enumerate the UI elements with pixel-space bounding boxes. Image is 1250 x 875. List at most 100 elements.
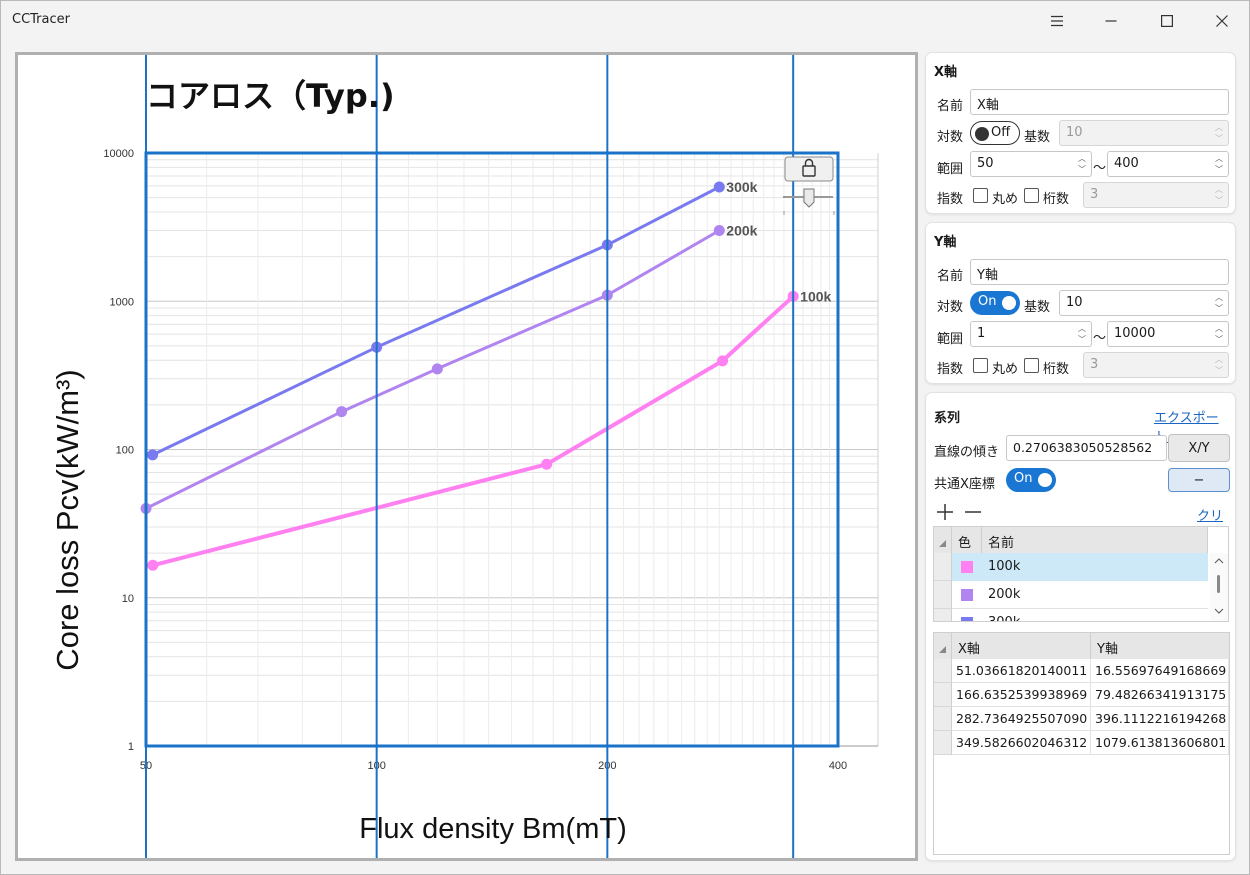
add-series-button[interactable] (936, 503, 956, 521)
series-name: 300k (988, 615, 1020, 621)
y-log-label: 対数 (937, 300, 964, 315)
y-tick-label: 1 (128, 741, 134, 753)
spin-arrows-icon[interactable]: ︿ ﹀ (1213, 293, 1225, 313)
y-tick-label: 10 (122, 593, 134, 605)
y-range-max-input[interactable]: 10000 ︿ ﹀ (1107, 321, 1229, 347)
range-separator: 〜 (1093, 161, 1107, 176)
curve-label: 300k (726, 179, 757, 195)
toggle-text: On (978, 294, 997, 309)
x-name-input[interactable]: X軸 (970, 89, 1229, 115)
spin-arrows-icon[interactable]: ︿ ﹀ (1213, 123, 1225, 143)
remove-point-button[interactable]: − (1168, 468, 1230, 492)
series-row-200k[interactable]: 200k (952, 581, 1208, 609)
x-digits-input[interactable]: 3 ︿ ﹀ (1083, 182, 1229, 208)
scroll-thumb[interactable] (1217, 575, 1220, 593)
data-point (336, 406, 348, 418)
series-row-100k[interactable]: 100k (952, 553, 1208, 581)
x-axis-header: X軸 (934, 65, 958, 80)
point-x-cell[interactable]: 349.5826602046312 (952, 731, 1091, 755)
spin-arrows-icon[interactable]: ︿ ﹀ (1213, 154, 1225, 174)
y-axis-label: Core loss Pcv(kW/m³) (50, 369, 85, 670)
x-base-value: 10 (1066, 125, 1083, 140)
slope-field[interactable]: 0.2706383050528562 (1006, 435, 1167, 461)
series-row-300k[interactable]: 300k (952, 609, 1208, 621)
x-round-checkbox[interactable] (1024, 188, 1039, 203)
window-title: CCTracer (12, 12, 70, 27)
y-round-label: 丸め (992, 362, 1019, 377)
series-panel: 系列 エクスポート... 直線の傾き 0.2706383050528562 X/… (925, 392, 1236, 861)
points-table: X軸 Y軸 51.03661820140011 16.5569764916866… (933, 632, 1230, 855)
scroll-up-icon[interactable] (1214, 557, 1224, 565)
name-column-header[interactable]: 名前 (982, 527, 1208, 553)
series-color-swatch[interactable] (961, 617, 973, 621)
scroll-down-icon[interactable] (1214, 607, 1224, 615)
common-x-toggle[interactable]: On (1006, 468, 1056, 492)
spin-arrows-icon[interactable]: ︿ ﹀ (1213, 185, 1225, 205)
data-point (147, 559, 159, 571)
x-base-input[interactable]: 10 ︿ ﹀ (1059, 120, 1229, 146)
spin-arrows-icon[interactable]: ︿ ﹀ (1076, 324, 1088, 344)
spin-arrows-icon[interactable]: ︿ ﹀ (1213, 355, 1225, 375)
row-header[interactable] (934, 683, 952, 707)
row-header[interactable] (934, 609, 952, 621)
close-button[interactable] (1194, 1, 1250, 41)
series-color-swatch[interactable] (961, 589, 973, 601)
y-name-label: 名前 (937, 269, 964, 284)
y-range-min-value: 1 (977, 326, 986, 341)
point-x-cell[interactable]: 282.7364925507090 (952, 707, 1091, 731)
row-header[interactable] (934, 581, 952, 609)
x-round-label: 丸め (992, 192, 1019, 207)
menu-button[interactable] (1029, 1, 1085, 41)
app-window: CCTracer 50100200400100001000100101 100k… (0, 0, 1250, 875)
slope-label: 直線の傾き (934, 445, 1000, 460)
spin-arrows-icon[interactable]: ︿ ﹀ (1076, 154, 1088, 174)
row-header[interactable] (934, 553, 952, 581)
y-base-label: 基数 (1024, 300, 1051, 315)
y-exp-checkbox[interactable] (973, 358, 988, 373)
point-y-cell[interactable]: 16.55697649168669 (1091, 659, 1229, 683)
y-base-value: 10 (1066, 295, 1083, 310)
maximize-icon (1161, 15, 1173, 27)
minus-icon (965, 511, 981, 513)
trace-canvas[interactable]: 50100200400100001000100101 100k200k300k … (15, 52, 918, 861)
color-column-header[interactable]: 色 (952, 527, 982, 553)
sort-corner-icon (939, 646, 946, 653)
toggle-text: On (1014, 471, 1033, 486)
y-range-min-input[interactable]: 1 ︿ ﹀ (970, 321, 1092, 347)
y-base-input[interactable]: 10 ︿ ﹀ (1059, 290, 1229, 316)
series-line-100k (152, 294, 795, 568)
series-color-swatch[interactable] (961, 561, 973, 573)
x-log-toggle[interactable]: Off (970, 121, 1020, 145)
y-name-input[interactable]: Y軸 (970, 259, 1229, 285)
row-header[interactable] (934, 731, 952, 755)
y-log-toggle[interactable]: On (970, 291, 1020, 315)
spin-arrows-icon[interactable]: ︿ ﹀ (1213, 324, 1225, 344)
curve-label: 100k (800, 288, 831, 304)
point-y-cell[interactable]: 396.1112216194268 (1091, 707, 1229, 731)
opacity-slider[interactable] (783, 188, 835, 215)
y-range-max-value: 10000 (1114, 326, 1156, 341)
y-round-checkbox[interactable] (1024, 358, 1039, 373)
point-x-cell[interactable]: 51.03661820140011 (952, 659, 1091, 683)
maximize-button[interactable] (1139, 1, 1195, 41)
point-x-cell[interactable]: 166.6352539938969 (952, 683, 1091, 707)
y-digits-input[interactable]: 3 ︿ ﹀ (1083, 352, 1229, 378)
x-range-max-input[interactable]: 400 ︿ ﹀ (1107, 151, 1229, 177)
x-axis-panel: X軸 名前 X軸 対数 Off 基数 10 ︿ ﹀ 範囲 50 ︿ ﹀ 〜 400 ︿ ﹀ … (925, 52, 1236, 214)
hamburger-icon (1051, 15, 1063, 27)
x-tick-label: 400 (829, 760, 847, 772)
x-range-min-input[interactable]: 50 ︿ ﹀ (970, 151, 1092, 177)
remove-series-button[interactable] (964, 503, 984, 521)
point-y-cell[interactable]: 79.48266341913175 (1091, 683, 1229, 707)
data-point (431, 363, 443, 375)
chart-series: 100k 200k 300k (140, 179, 832, 571)
row-header[interactable] (934, 707, 952, 731)
xy-swap-button[interactable]: X/Y (1168, 434, 1230, 462)
x-exp-checkbox[interactable] (973, 188, 988, 203)
point-y-cell[interactable]: 1079.613813606801 (1091, 731, 1229, 755)
y-column-header[interactable]: Y軸 (1091, 633, 1229, 659)
x-column-header[interactable]: X軸 (952, 633, 1091, 659)
row-header[interactable] (934, 659, 952, 683)
minimize-button[interactable] (1083, 1, 1139, 41)
series-table-scrollbar[interactable] (1210, 553, 1228, 621)
